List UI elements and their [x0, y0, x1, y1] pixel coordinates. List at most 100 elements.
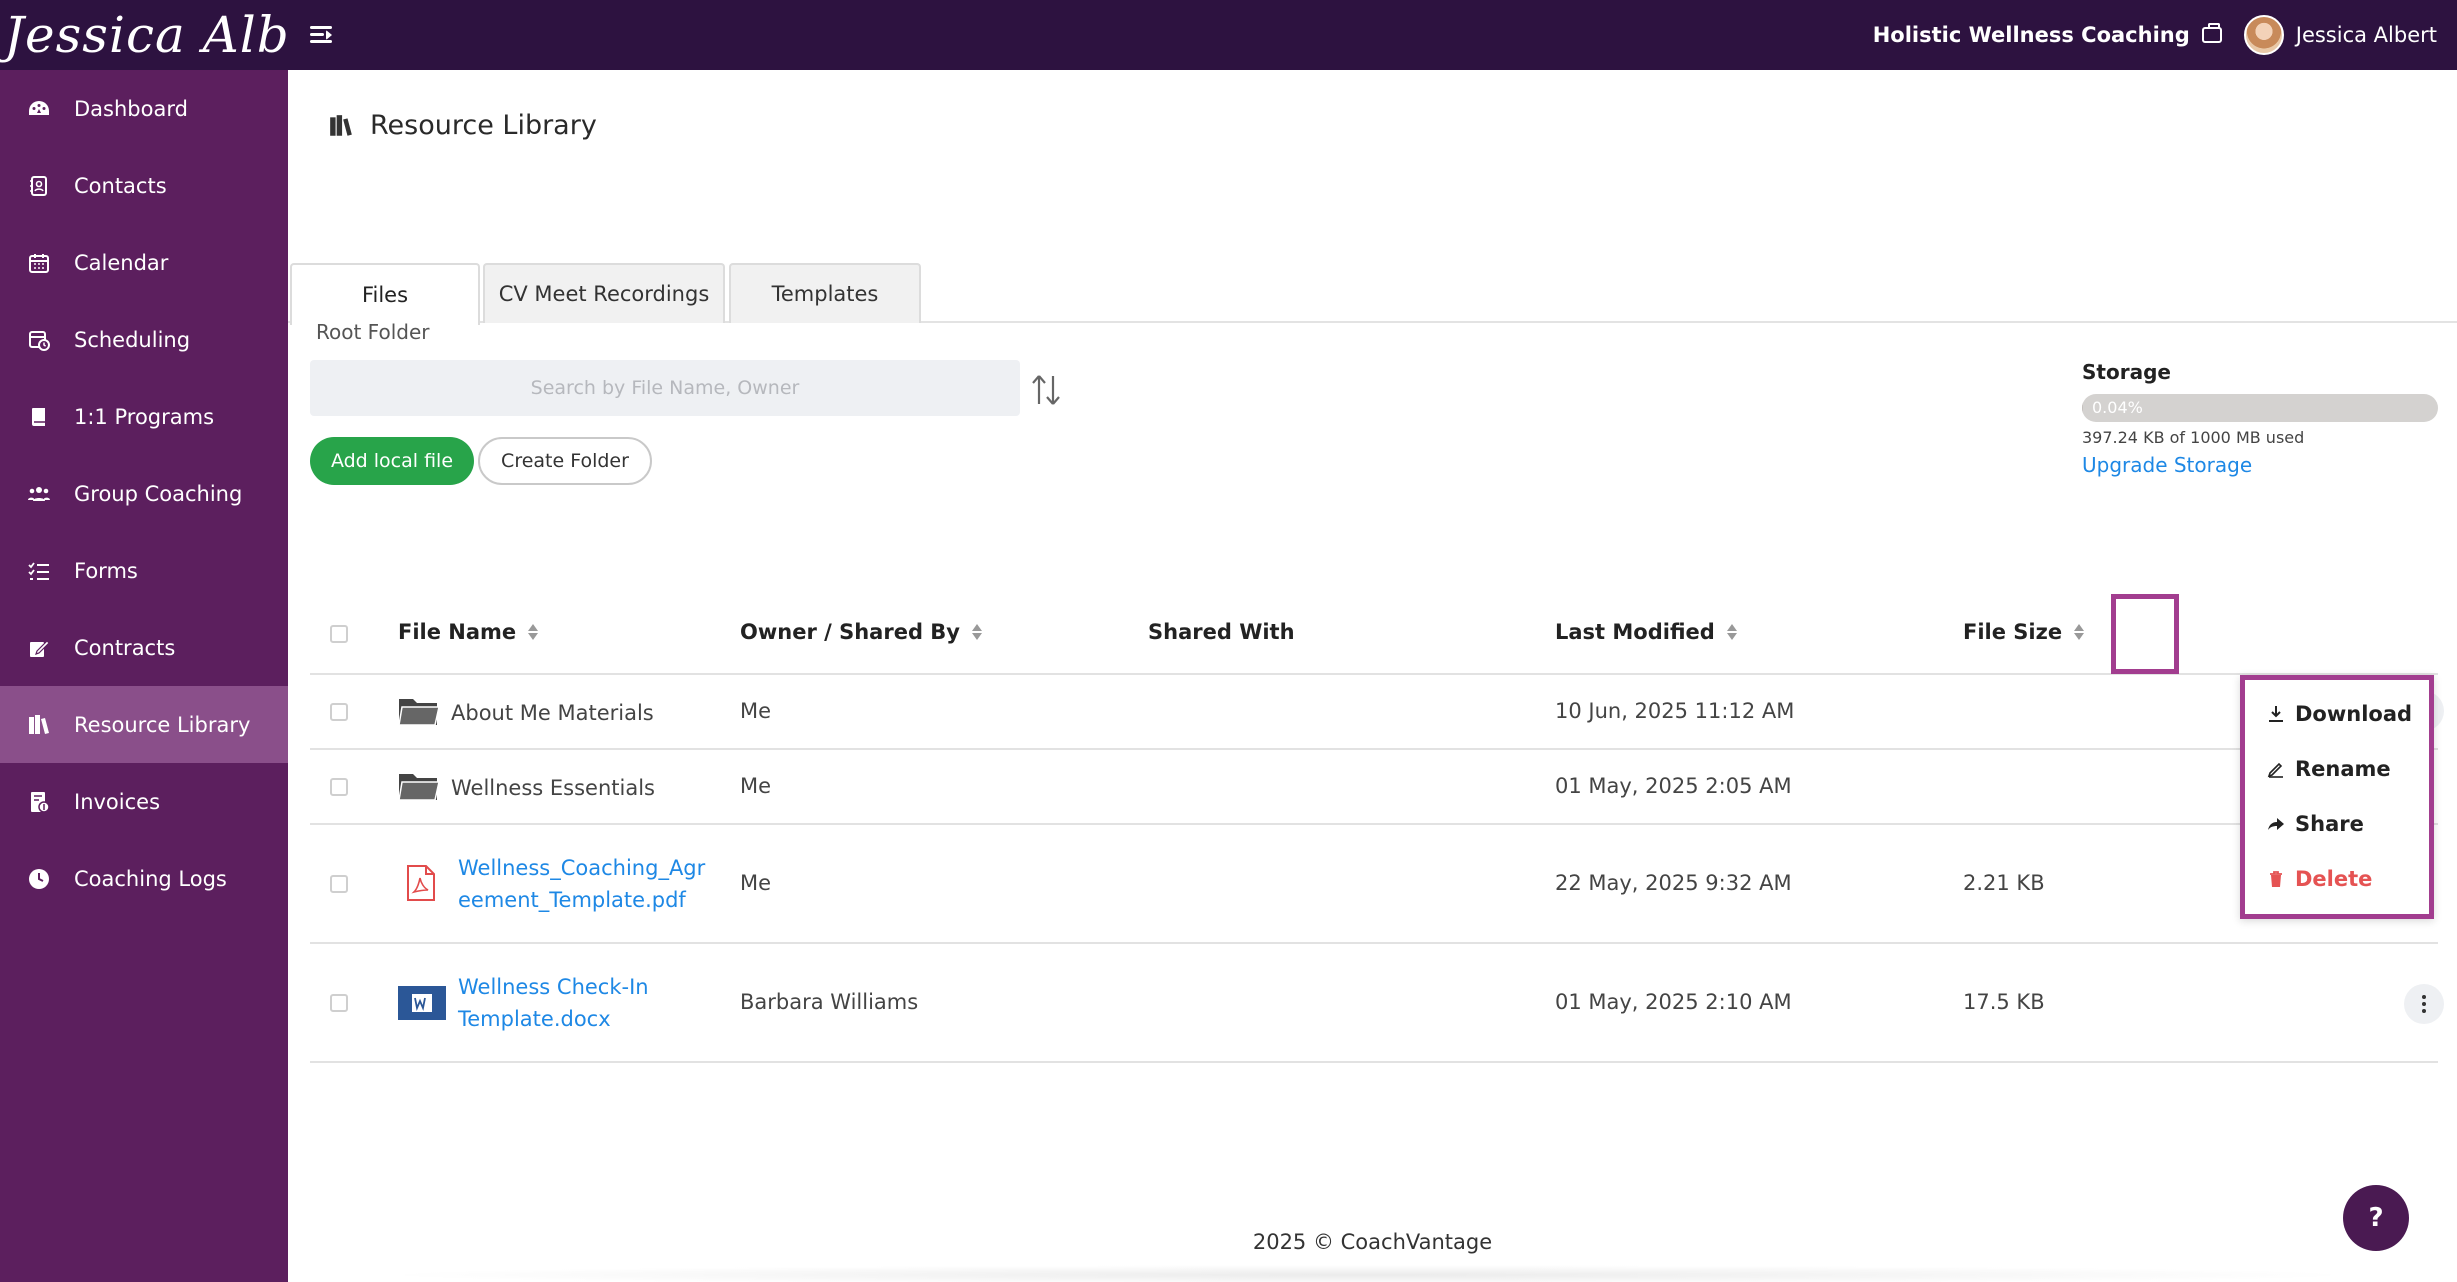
file-name-link[interactable]: Wellness_Coaching_Agr eement_Template.pd… [458, 852, 705, 916]
create-folder-button[interactable]: Create Folder [478, 437, 652, 485]
file-name[interactable]: Wellness Essentials [451, 776, 655, 800]
pdf-icon [407, 865, 435, 901]
avatar[interactable] [2243, 15, 2284, 55]
topbar-right: Holistic Wellness Coaching Jessica Alber… [1873, 15, 2457, 55]
sidebar-item-label: 1:1 Programs [74, 404, 215, 429]
tab-bar: Files CV Meet Recordings Templates [288, 193, 2457, 325]
share-icon [2268, 818, 2284, 830]
sidebar-item-invoices[interactable]: Invoices [0, 763, 288, 840]
sort-icon[interactable] [1026, 370, 1066, 410]
sort-arrows-icon [971, 623, 982, 641]
row-checkbox[interactable] [330, 994, 348, 1012]
file-modified: 01 May, 2025 2:10 AM [1555, 990, 1792, 1014]
storage-used-text: 397.24 KB of 1000 MB used [2082, 428, 2305, 447]
column-shared-with: Shared With [1148, 620, 1295, 644]
group-icon [26, 481, 52, 507]
table-row[interactable]: Wellness Check-In Template.docx Barbara … [310, 944, 2444, 1063]
tab-files[interactable]: Files [290, 263, 480, 325]
row-checkbox[interactable] [330, 703, 348, 721]
file-owner: Barbara Williams [740, 990, 919, 1014]
file-size: 17.5 KB [1963, 990, 2045, 1014]
sidebar-item-resource-library[interactable]: Resource Library [0, 686, 288, 763]
file-modified: 10 Jun, 2025 11:12 AM [1555, 699, 1795, 723]
briefcase-icon[interactable] [2201, 23, 2222, 43]
column-owner[interactable]: Owner / Shared By [740, 620, 982, 644]
select-all-checkbox[interactable] [330, 625, 348, 643]
file-name[interactable]: About Me Materials [451, 701, 654, 725]
add-local-file-button[interactable]: Add local file [310, 437, 474, 485]
search-input[interactable] [310, 360, 1020, 416]
sidebar-item-programs[interactable]: 1:1 Programs [0, 378, 288, 455]
menu-item-label: Download [2295, 702, 2413, 726]
sidebar-item-contracts[interactable]: Contracts [0, 609, 288, 686]
column-file-size[interactable]: File Size [1963, 620, 2085, 644]
contract-icon [26, 635, 52, 661]
menu-item-share[interactable]: Share [2267, 812, 2364, 836]
sort-arrows-icon [528, 623, 539, 641]
folder-breadcrumb[interactable]: Root Folder [316, 320, 429, 344]
storage-title: Storage [2082, 360, 2171, 384]
sidebar-item-coaching-logs[interactable]: Coaching Logs [0, 840, 288, 917]
row-actions-button[interactable] [2404, 984, 2444, 1024]
word-document-icon [398, 986, 446, 1020]
trash-icon [2270, 871, 2282, 887]
sidebar: Dashboard Contacts Calendar Scheduling 1… [0, 70, 288, 1282]
page-title: Resource Library [370, 110, 597, 141]
sidebar-item-dashboard[interactable]: Dashboard [0, 70, 288, 147]
forms-icon [26, 558, 52, 584]
file-owner: Me [740, 774, 772, 798]
user-name[interactable]: Jessica Albert [2296, 23, 2437, 47]
sidebar-item-group-coaching[interactable]: Group Coaching [0, 455, 288, 532]
table-row[interactable]: About Me Materials Me 10 Jun, 2025 11:12… [310, 675, 2444, 750]
contacts-icon [26, 173, 52, 199]
clock-icon [26, 866, 52, 892]
row-checkbox[interactable] [330, 875, 348, 893]
file-size: 2.21 KB [1963, 871, 2045, 895]
organization-name[interactable]: Holistic Wellness Coaching [1873, 23, 2190, 47]
footer-shadow [368, 1265, 2368, 1282]
menu-toggle-icon[interactable] [310, 24, 334, 46]
file-name-link[interactable]: Wellness Check-In Template.docx [458, 971, 649, 1035]
menu-item-label: Delete [2295, 867, 2373, 891]
sidebar-item-forms[interactable]: Forms [0, 532, 288, 609]
sidebar-item-scheduling[interactable]: Scheduling [0, 301, 288, 378]
sidebar-item-label: Scheduling [74, 327, 191, 352]
tab-cv-meet-recordings[interactable]: CV Meet Recordings [483, 263, 725, 323]
scheduling-icon [26, 327, 52, 353]
storage-panel: Storage 0.04% 397.24 KB of 1000 MB used … [2082, 360, 2442, 477]
file-name-line: Wellness Check-In [458, 975, 649, 999]
sidebar-item-label: Contacts [74, 173, 167, 198]
menu-item-delete[interactable]: Delete [2267, 867, 2372, 891]
sidebar-item-label: Resource Library [74, 712, 251, 737]
library-icon [330, 114, 352, 136]
menu-item-download[interactable]: Download [2267, 702, 2412, 726]
file-owner: Me [740, 871, 772, 895]
tab-templates[interactable]: Templates [729, 263, 921, 323]
sidebar-item-label: Contracts [74, 635, 176, 660]
table-row[interactable]: Wellness Essentials Me 01 May, 2025 2:05… [310, 750, 2438, 825]
menu-item-rename[interactable]: Rename [2267, 757, 2391, 781]
main-content: Resource Library Files CV Meet Recording… [288, 70, 2457, 1282]
library-icon [26, 712, 52, 738]
pencil-icon [2267, 762, 2283, 778]
column-label: Shared With [1148, 620, 1295, 644]
row-checkbox[interactable] [330, 778, 348, 796]
column-label: Owner / Shared By [740, 620, 960, 644]
sort-arrows-icon [1726, 623, 1737, 641]
sidebar-item-contacts[interactable]: Contacts [0, 147, 288, 224]
file-modified: 22 May, 2025 9:32 AM [1555, 871, 1792, 895]
file-name-line: eement_Template.pdf [458, 888, 686, 912]
brand-logo[interactable]: Jessica Albert [0, 0, 288, 70]
help-button[interactable]: ? [2343, 1185, 2409, 1251]
file-name-line: Template.docx [458, 1007, 611, 1031]
column-label: Last Modified [1555, 620, 1715, 644]
column-file-name[interactable]: File Name [398, 620, 539, 644]
upgrade-storage-link[interactable]: Upgrade Storage [2082, 453, 2442, 477]
invoice-icon [26, 789, 52, 815]
file-name-line: Wellness_Coaching_Agr [458, 856, 706, 880]
column-last-modified[interactable]: Last Modified [1555, 620, 1737, 644]
sidebar-item-calendar[interactable]: Calendar [0, 224, 288, 301]
table-row[interactable]: Wellness_Coaching_Agr eement_Template.pd… [310, 825, 2438, 944]
sidebar-item-label: Invoices [74, 789, 161, 814]
folder-icon [398, 774, 440, 801]
